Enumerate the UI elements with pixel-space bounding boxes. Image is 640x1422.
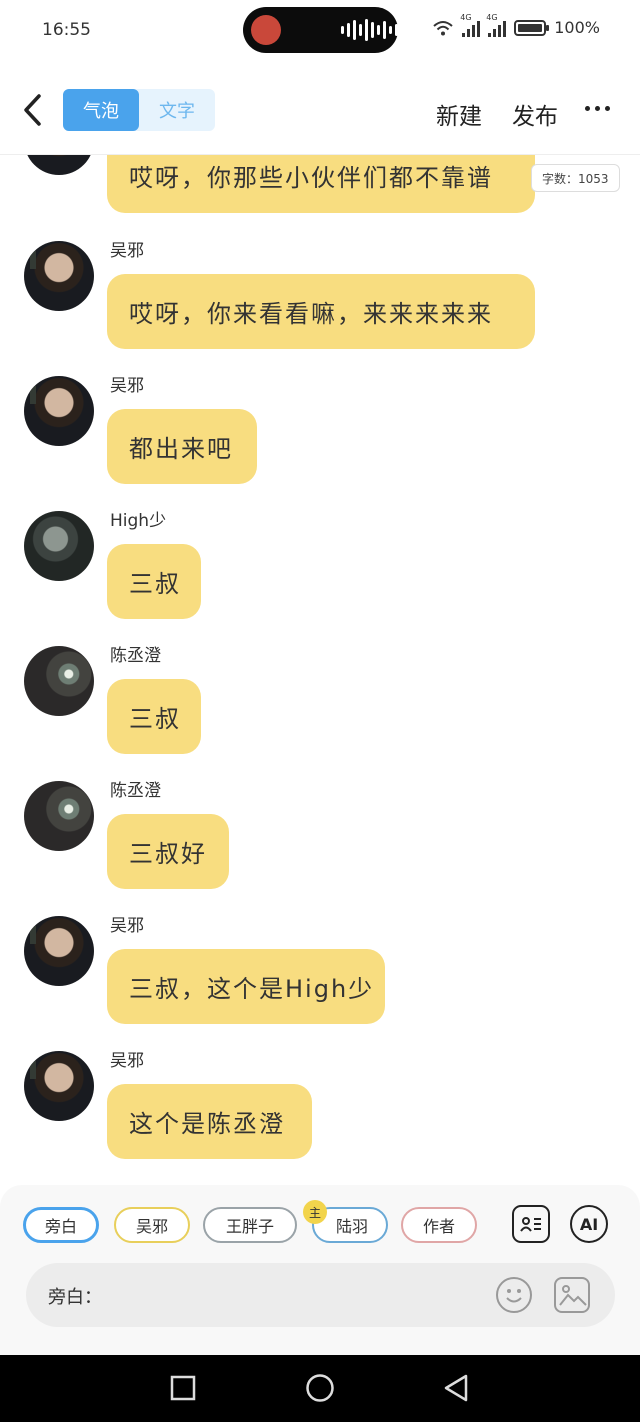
wu-avatar[interactable] bbox=[24, 376, 94, 446]
message-bubble[interactable]: 三叔，这个是High少 bbox=[107, 949, 385, 1024]
character-chip-narrator[interactable]: 旁白 bbox=[23, 1207, 99, 1243]
network-type-1: 4G bbox=[460, 12, 472, 22]
publish-button[interactable]: 发布 bbox=[512, 97, 558, 131]
character-card-icon bbox=[520, 1217, 541, 1232]
speaker-label: 旁白： bbox=[48, 1287, 102, 1308]
message-bubble[interactable]: 三叔 bbox=[107, 544, 201, 619]
character-selector: 旁白 吴邪 王胖子 陆羽 作者 bbox=[21, 1207, 491, 1247]
high-avatar[interactable] bbox=[24, 511, 94, 581]
mode-switch: 气泡 文字 bbox=[63, 89, 215, 131]
battery-icon bbox=[514, 19, 550, 36]
wu-avatar[interactable] bbox=[24, 1051, 94, 1121]
back-arrow-icon[interactable] bbox=[18, 92, 48, 128]
more-options-icon[interactable] bbox=[585, 106, 610, 111]
sender-name: 陈丞澄 bbox=[110, 646, 161, 666]
emoji-icon[interactable] bbox=[496, 1277, 532, 1313]
network-type-2: 4G bbox=[486, 12, 498, 22]
wu-avatar[interactable] bbox=[24, 155, 94, 175]
compose-panel: 旁白 吴邪 王胖子 陆羽 作者 主 AI 旁白： bbox=[0, 1185, 640, 1355]
top-bar: 气泡 文字 新建 发布 bbox=[0, 62, 640, 155]
character-chip-author[interactable]: 作者 bbox=[401, 1207, 477, 1243]
home-icon[interactable] bbox=[305, 1373, 335, 1403]
system-icons: 4G 4G 100% bbox=[432, 13, 600, 37]
sender-name: 吴邪 bbox=[110, 376, 144, 396]
tab-bubble[interactable]: 气泡 bbox=[63, 89, 139, 131]
character-chip-wu[interactable]: 吴邪 bbox=[114, 1207, 190, 1243]
chen-avatar[interactable] bbox=[24, 781, 94, 851]
wu-avatar[interactable] bbox=[24, 241, 94, 311]
recents-icon[interactable] bbox=[170, 1375, 196, 1401]
signal-icon-2: 4G bbox=[486, 13, 507, 37]
system-nav-bar bbox=[0, 1355, 640, 1422]
message-bubble[interactable]: 三叔 bbox=[107, 679, 201, 754]
status-bar: 16:55 4G 4G 100% bbox=[0, 0, 640, 62]
message-bubble[interactable]: 哎呀，你那些小伙伴们都不靠谱 bbox=[107, 155, 535, 213]
chat-list: 哎呀，你那些小伙伴们都不靠谱 字数：1053 吴邪 哎呀，你来看看嘛，来来来来来… bbox=[0, 155, 640, 1185]
sender-name: High少 bbox=[110, 511, 167, 531]
message-input[interactable]: 旁白： bbox=[26, 1263, 615, 1327]
status-time: 16:55 bbox=[42, 20, 91, 40]
message-bubble[interactable]: 这个是陈丞澄 bbox=[107, 1084, 312, 1159]
wifi-icon bbox=[433, 20, 453, 35]
sender-name: 吴邪 bbox=[110, 241, 144, 261]
message-bubble[interactable]: 哎呀，你来看看嘛，来来来来来 bbox=[107, 274, 535, 349]
message-bubble[interactable]: 三叔好 bbox=[107, 814, 229, 889]
word-count-badge: 字数：1053 bbox=[531, 164, 620, 192]
dynamic-island bbox=[243, 7, 398, 53]
battery-level: 100% bbox=[554, 18, 600, 37]
character-card-button[interactable] bbox=[512, 1205, 550, 1243]
sender-name: 吴邪 bbox=[110, 1051, 144, 1071]
signal-icon-1: 4G bbox=[460, 13, 481, 37]
tiger-app-icon bbox=[251, 15, 281, 45]
ai-button[interactable]: AI bbox=[570, 1205, 608, 1243]
character-chip-wang[interactable]: 王胖子 bbox=[203, 1207, 297, 1243]
audio-wave-icon bbox=[341, 19, 398, 41]
new-button[interactable]: 新建 bbox=[436, 97, 482, 131]
wu-avatar[interactable] bbox=[24, 916, 94, 986]
image-icon[interactable] bbox=[554, 1277, 590, 1313]
tab-text[interactable]: 文字 bbox=[139, 89, 215, 131]
chen-avatar[interactable] bbox=[24, 646, 94, 716]
sender-name: 陈丞澄 bbox=[110, 781, 161, 801]
sender-name: 吴邪 bbox=[110, 916, 144, 936]
back-nav-icon[interactable] bbox=[442, 1373, 470, 1403]
main-character-badge: 主 bbox=[303, 1200, 327, 1224]
message-bubble[interactable]: 都出来吧 bbox=[107, 409, 257, 484]
